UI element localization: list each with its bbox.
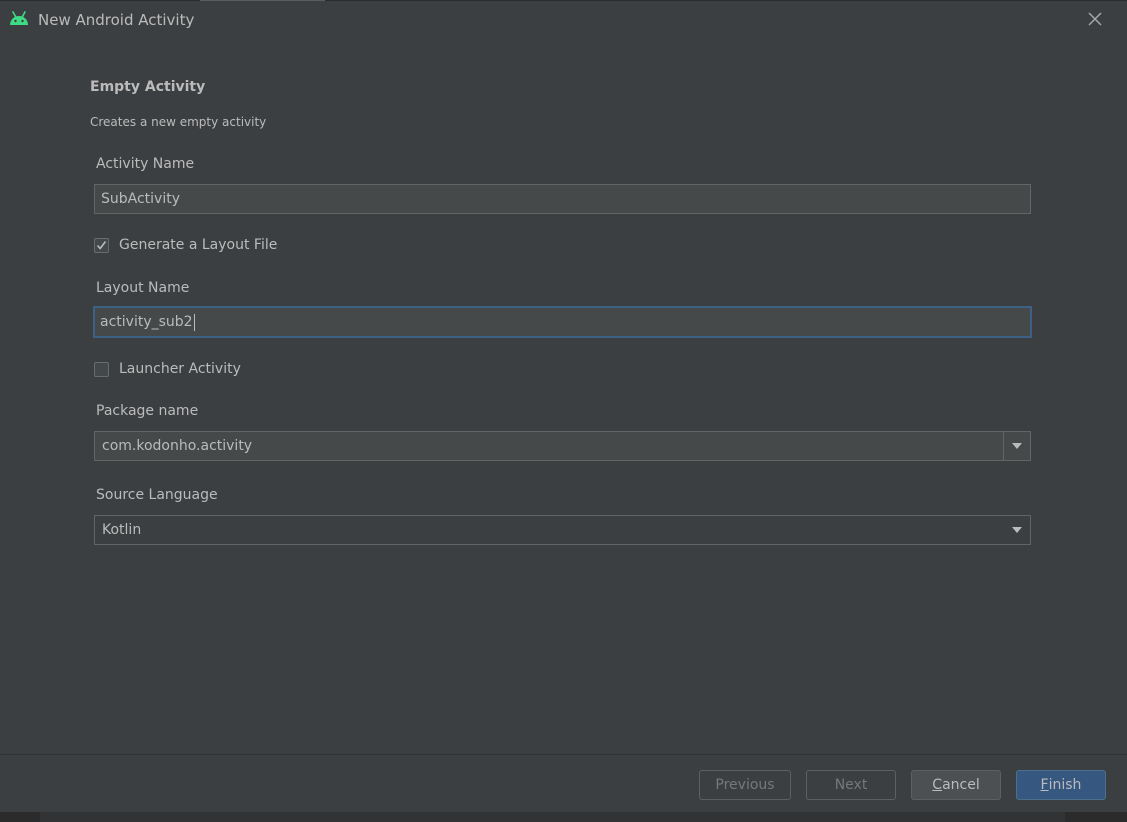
source-language-label: Source Language: [96, 487, 218, 503]
generate-layout-checkbox-row[interactable]: Generate a Layout File: [94, 235, 277, 255]
text-caret: [193, 313, 195, 331]
source-language-select[interactable]: Kotlin: [94, 515, 1031, 545]
template-description: Creates a new empty activity: [90, 115, 267, 129]
activity-name-value: SubActivity: [101, 191, 181, 207]
generate-layout-label: Generate a Layout File: [119, 237, 278, 253]
template-heading: Empty Activity: [90, 79, 206, 95]
title-bar: New Android Activity: [0, 0, 1127, 40]
cancel-button[interactable]: Cancel: [911, 770, 1001, 800]
cancel-label: ancel: [942, 777, 980, 793]
activity-name-input[interactable]: SubActivity: [94, 184, 1031, 214]
layout-name-label: Layout Name: [96, 280, 190, 296]
finish-mnemonic: F: [1040, 777, 1049, 793]
footer-divider: [0, 754, 1127, 755]
layout-name-value: activity_sub2: [100, 314, 193, 330]
previous-button[interactable]: Previous: [699, 770, 791, 800]
bottom-background-panel: [40, 812, 1065, 822]
finish-label: inish: [1048, 777, 1082, 793]
close-button[interactable]: [1084, 8, 1106, 30]
package-name-combobox[interactable]: com.kodonho.activity: [94, 431, 1031, 461]
next-button[interactable]: Next: [806, 770, 896, 800]
launcher-activity-checkbox-row[interactable]: Launcher Activity: [94, 359, 241, 379]
finish-button[interactable]: Finish: [1016, 770, 1106, 800]
package-name-value: com.kodonho.activity: [102, 438, 253, 454]
dropdown-arrow-icon[interactable]: [1010, 441, 1024, 451]
source-language-value: Kotlin: [102, 522, 142, 538]
new-android-activity-dialog: New Android Activity Empty Activity Crea…: [0, 0, 1127, 822]
activity-name-label: Activity Name: [96, 156, 195, 172]
cancel-mnemonic: C: [932, 777, 943, 793]
checkmark-icon: [96, 240, 107, 250]
launcher-activity-label: Launcher Activity: [119, 361, 241, 377]
generate-layout-checkbox[interactable]: [94, 237, 109, 253]
package-name-label: Package name: [96, 403, 199, 419]
android-icon: [10, 11, 28, 25]
close-icon: [1088, 12, 1102, 26]
window-title: New Android Activity: [38, 11, 195, 29]
launcher-activity-checkbox[interactable]: [94, 361, 109, 377]
layout-name-input[interactable]: activity_sub2: [93, 306, 1032, 338]
combobox-separator: [1003, 432, 1004, 460]
dropdown-arrow-icon[interactable]: [1010, 525, 1024, 535]
